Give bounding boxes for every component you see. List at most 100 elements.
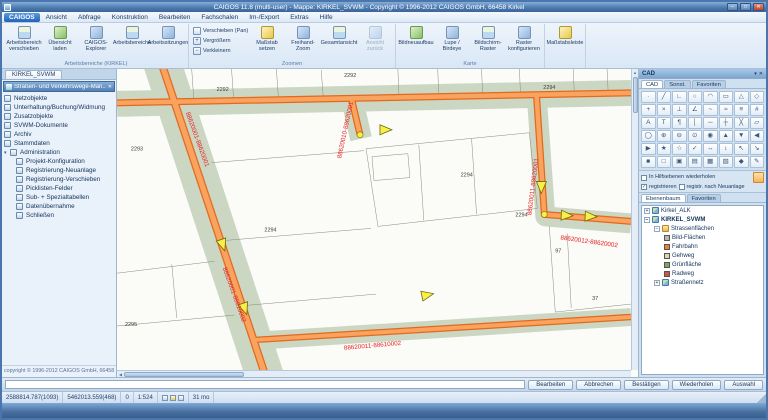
palette-dropdown-icon[interactable]: ▾	[754, 71, 757, 77]
layer-node-strassenflaechen[interactable]: − Strassenflächen	[642, 224, 763, 233]
menu-tab-hilfe[interactable]: Hilfe	[315, 13, 338, 22]
close-button[interactable]: ✕	[753, 3, 764, 11]
layer-node-strassennetz[interactable]: + Straßennetz	[642, 278, 763, 287]
map-canvas[interactable]: 88620001-88620001 88620010-88620001 8862…	[117, 69, 638, 377]
cad-tool-icon[interactable]: ∟	[672, 91, 687, 103]
cad-tool-icon[interactable]: T	[656, 117, 671, 129]
cad-tool-icon[interactable]: ¶	[672, 117, 687, 129]
active-tool-button[interactable]	[753, 172, 764, 183]
cad-tool-icon[interactable]: A	[641, 117, 656, 129]
cad-tool-icon[interactable]: △	[734, 91, 749, 103]
cad-tool-icon[interactable]: ↖	[734, 143, 749, 155]
sidebar-item-picklisten-felder[interactable]: Picklisten-Felder	[2, 184, 116, 193]
bestaetigen-button[interactable]: Bestätigen	[624, 379, 669, 390]
layer-toggle-icon[interactable]	[177, 394, 184, 401]
freehand-zoom-button[interactable]: Freihand- Zoom	[285, 24, 321, 52]
cad-tool-icon[interactable]: ▧	[718, 156, 733, 168]
cad-tool-icon[interactable]: ◆	[734, 156, 749, 168]
sidebar-item-registrierung-verschieben[interactable]: Registrierung-Verschieben	[2, 175, 116, 184]
sidebar-item-projekt-konfiguration[interactable]: Projekt-Konfiguration	[2, 157, 116, 166]
cad-tool-icon[interactable]: ▭	[718, 91, 733, 103]
cad-tool-icon[interactable]: ⊥	[672, 104, 687, 116]
collapse-icon[interactable]: −	[654, 225, 660, 232]
tab-sonst[interactable]: Sonst.	[664, 80, 691, 88]
cad-tool-icon[interactable]: ≈	[718, 104, 733, 116]
cad-tool-icon[interactable]: ▣	[672, 156, 687, 168]
menu-tab-imexport[interactable]: Im-/Export	[244, 13, 284, 22]
cad-tool-icon[interactable]: ✓	[687, 143, 702, 155]
expand-icon[interactable]: +	[644, 207, 650, 214]
scroll-left-icon[interactable]: ◀	[117, 371, 124, 378]
cad-tool-icon[interactable]: ─	[703, 117, 718, 129]
cad-tool-icon[interactable]: ↕	[718, 143, 733, 155]
workspaces-button[interactable]: Arbeitsbereiche	[113, 24, 151, 52]
scalebar-button[interactable]: Maßstabsleiste	[547, 24, 584, 52]
maximize-button[interactable]: □	[740, 3, 751, 11]
grid-config-button[interactable]: Raster konfigurieren	[506, 24, 542, 52]
cad-tool-icon[interactable]: ┼	[718, 117, 733, 129]
cad-tool-icon[interactable]: +	[641, 104, 656, 116]
sidebar-item-datenuebernahme[interactable]: Datenübernahme	[2, 202, 116, 211]
cad-tool-icon[interactable]: ✎	[749, 156, 764, 168]
wiederholen-button[interactable]: Wiederholen	[671, 379, 722, 390]
overview-load-button[interactable]: Übersicht laden	[42, 24, 78, 52]
cad-tool-icon[interactable]: ◉	[703, 130, 718, 142]
pan-button[interactable]: Verschieben (Pan)	[193, 27, 248, 35]
cad-tool-icon[interactable]: ☆	[672, 143, 687, 155]
cad-tool-icon[interactable]: │	[687, 117, 702, 129]
layer-node-fahrbahn[interactable]: Fahrbahn	[642, 242, 763, 251]
cad-tool-icon[interactable]: ■	[641, 156, 656, 168]
cad-tool-icon[interactable]: ○	[687, 91, 702, 103]
sidebar-item-stammdaten[interactable]: Stammdaten	[2, 139, 116, 148]
cad-tool-icon[interactable]: ╳	[734, 117, 749, 129]
cad-tool-icon[interactable]: ▼	[734, 130, 749, 142]
cad-tool-icon[interactable]: ◯	[641, 130, 656, 142]
birdeye-button[interactable]: Lupe / Birdeye	[434, 24, 470, 52]
tab-favoriten[interactable]: Favoriten	[691, 80, 726, 88]
repeat-in-helper-layers-checkbox[interactable]	[641, 174, 647, 181]
zoom-out-button[interactable]: − Verkleinern	[193, 47, 247, 55]
layer-node-radweg[interactable]: Radweg	[642, 269, 763, 278]
zoom-in-button[interactable]: + Vergrößern	[193, 37, 247, 45]
view-back-button[interactable]: Ansicht zurück	[357, 24, 393, 52]
cad-tool-icon[interactable]: □	[656, 156, 671, 168]
tab-cad[interactable]: CAD	[641, 80, 664, 88]
vertical-scroll-thumb[interactable]	[632, 77, 638, 113]
panel-close-icon[interactable]: ✕	[108, 84, 112, 90]
cad-tool-icon[interactable]: ∠	[687, 104, 702, 116]
collapse-icon[interactable]: −	[644, 216, 650, 223]
cad-tool-icon[interactable]: ·	[641, 91, 656, 103]
layer-node-kirkel-alk[interactable]: + Kirkel_ALK	[642, 206, 763, 215]
register-after-create-checkbox[interactable]	[678, 184, 685, 191]
sidebar-item-unterhaltung[interactable]: Unterhaltung/Buchung/Widmung	[2, 103, 116, 112]
caigos-explorer-button[interactable]: CAIGOS- Explorer	[78, 24, 114, 52]
tab-kirkel-svwm[interactable]: KIRKEL_SVWM	[5, 70, 63, 79]
sidebar-item-svwm-dokumente[interactable]: SVWM-Dokumente	[2, 121, 116, 130]
sidebar-item-netzobjekte[interactable]: Netzobjekte	[2, 94, 116, 103]
menu-tab-abfrage[interactable]: Abfrage	[73, 13, 106, 22]
scale-set-button[interactable]: Maßstab setzen	[249, 24, 285, 52]
map-horizontal-scrollbar[interactable]: ◀	[117, 370, 631, 377]
tab-ebenenbaum[interactable]: Ebenenbaum	[641, 194, 686, 203]
cad-tool-icon[interactable]: ★	[656, 143, 671, 155]
auswahl-button[interactable]: Auswahl	[724, 379, 763, 390]
layer-node-kirkel-svwm[interactable]: − KIRKEL_SVWM	[642, 215, 763, 224]
cad-tool-icon[interactable]: ⊕	[656, 130, 671, 142]
command-input[interactable]	[5, 380, 526, 389]
cad-tool-icon[interactable]: ⊙	[687, 130, 702, 142]
grid-toggle-icon[interactable]	[169, 394, 176, 401]
screen-grid-button[interactable]: Bildschirm- Raster	[470, 24, 506, 52]
menu-tab-konstruktion[interactable]: Konstruktion	[107, 13, 153, 22]
sidebar-item-administration[interactable]: ▾ Administration	[2, 148, 116, 157]
horizontal-scroll-thumb[interactable]	[124, 371, 244, 377]
menu-tab-caigos[interactable]: CAIGOS	[4, 12, 40, 22]
layer-node-bild-flaechen[interactable]: Bild-Flächen	[642, 233, 763, 242]
cad-tool-icon[interactable]: ▱	[749, 117, 764, 129]
cad-tool-icon[interactable]: ↘	[749, 143, 764, 155]
cad-tool-icon[interactable]: ◀	[749, 130, 764, 142]
redraw-button[interactable]: Bildneuaufbau	[398, 24, 434, 52]
cad-tool-icon[interactable]: #	[749, 104, 764, 116]
map-vertical-scrollbar[interactable]: ▲	[631, 69, 638, 370]
cad-tool-icon[interactable]: ◇	[749, 91, 764, 103]
snap-toggle-icon[interactable]	[161, 394, 168, 401]
